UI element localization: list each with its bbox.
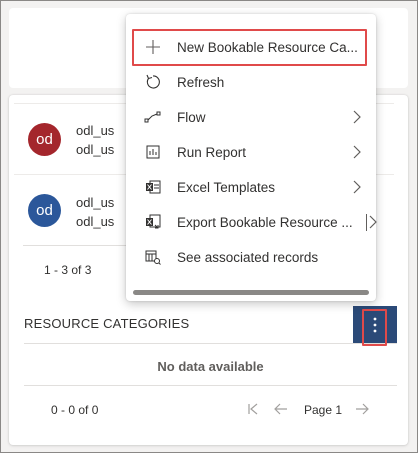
records-count: 1 - 3 of 3: [44, 263, 92, 277]
export-excel-icon: [144, 213, 162, 231]
menu-item-flow[interactable]: Flow: [126, 100, 376, 135]
menu-item-excel-templates[interactable]: Excel Templates: [126, 170, 376, 205]
chevron-right-icon: [353, 180, 361, 194]
divider: [24, 343, 397, 344]
record-secondary-text: odl_us: [76, 214, 115, 229]
section-title: RESOURCE CATEGORIES: [24, 316, 190, 331]
record-secondary-text: odl_us: [76, 142, 115, 157]
menu-item-refresh[interactable]: Refresh: [126, 65, 376, 100]
menu-item-export-bookable-resource[interactable]: Export Bookable Resource ...: [126, 205, 377, 240]
highlight-box: [132, 29, 367, 66]
pager-count: 0 - 0 of 0: [51, 403, 99, 417]
chevron-right-icon[interactable]: [366, 214, 380, 230]
chevron-right-icon: [353, 110, 361, 124]
divider: [24, 385, 397, 386]
flow-icon: [144, 108, 162, 126]
menu-item-label: Run Report: [177, 145, 247, 160]
arrow-right-icon: [356, 403, 369, 415]
menu-item-label: Refresh: [177, 75, 225, 90]
first-page-button[interactable]: [243, 399, 263, 419]
menu-scrollbar[interactable]: [133, 290, 369, 295]
first-page-icon: [248, 403, 258, 415]
page-label: Page 1: [304, 403, 343, 417]
empty-state-text: No data available: [157, 359, 264, 374]
associated-records-icon: [144, 248, 162, 266]
menu-item-label: Export Bookable Resource ...: [177, 215, 353, 230]
arrow-left-icon: [274, 403, 287, 415]
menu-item-label: Excel Templates: [177, 180, 276, 195]
record-primary-text[interactable]: odl_us: [76, 195, 114, 210]
menu-item-run-report[interactable]: Run Report: [126, 135, 376, 170]
highlight-box: [362, 309, 387, 346]
divider: [23, 245, 127, 246]
report-icon: [144, 143, 162, 161]
refresh-icon: [144, 73, 162, 91]
chevron-right-icon: [353, 145, 361, 159]
excel-icon: [144, 178, 162, 196]
previous-page-button[interactable]: [271, 399, 291, 419]
menu-item-label: See associated records: [177, 250, 319, 265]
avatar: od: [28, 123, 61, 156]
menu-item-see-associated-records[interactable]: See associated records: [126, 240, 376, 275]
next-page-button[interactable]: [352, 399, 372, 419]
menu-item-label: Flow: [177, 110, 206, 125]
record-primary-text[interactable]: odl_us: [76, 123, 114, 138]
avatar: od: [28, 194, 61, 227]
